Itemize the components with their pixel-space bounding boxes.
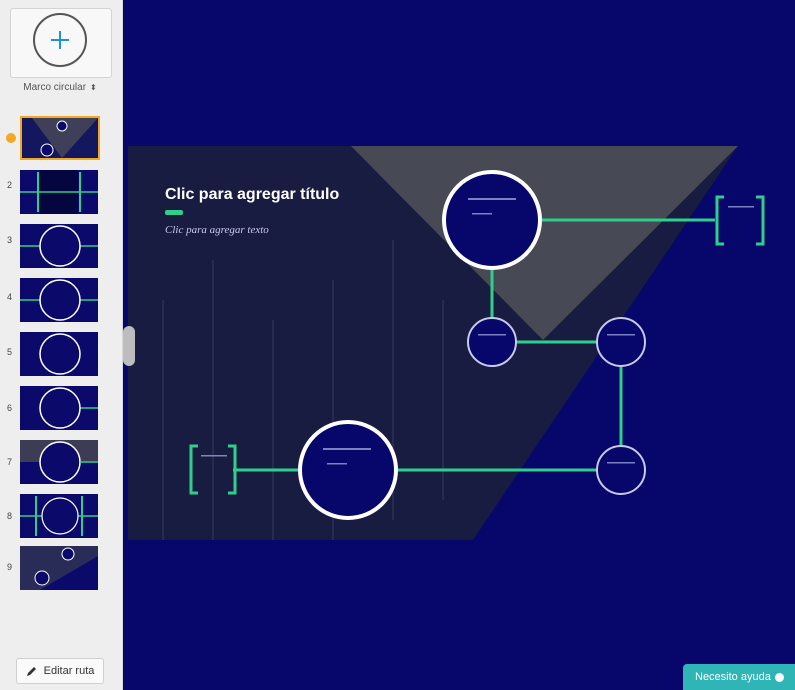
thumbnail-5[interactable] — [20, 332, 98, 376]
thumbnail-number: 7 — [7, 457, 13, 467]
circle-frame-small[interactable] — [596, 445, 646, 495]
thumbnail-6[interactable] — [20, 386, 98, 430]
thumbnail-4[interactable] — [20, 278, 98, 322]
circle-frame-large-bottom[interactable] — [298, 420, 398, 520]
circle-frame-small[interactable] — [467, 317, 517, 367]
thumbnail-6-preview — [39, 387, 98, 429]
thumbnail-4-preview — [20, 279, 98, 321]
help-button-label: Necesito ayuda — [695, 671, 771, 683]
thumbnail-9[interactable] — [20, 546, 98, 590]
presentation-canvas[interactable]: Clic para agregar título Clic para agreg… — [123, 0, 795, 690]
thumbnail-number: 8 — [7, 511, 13, 521]
thumbnail-number: 9 — [7, 562, 13, 572]
frame-type-select[interactable]: Marco circular ⬍ — [10, 82, 110, 93]
help-button[interactable]: Necesito ayuda — [683, 664, 795, 690]
thumbnail-8[interactable] — [20, 494, 98, 538]
bracket-frame-left[interactable] — [715, 195, 724, 246]
thumbnail-number: 6 — [7, 403, 13, 413]
pencil-icon — [26, 667, 36, 676]
thumbnail-number: 5 — [7, 347, 13, 357]
thumbnail-2-preview — [20, 170, 98, 214]
thumbnail-9-preview — [20, 546, 98, 590]
title-underline — [165, 210, 183, 215]
edit-path-label: Editar ruta — [43, 665, 95, 677]
frame-type-label: Marco circular — [23, 82, 87, 93]
canvas-side-handle[interactable] — [123, 326, 135, 366]
plus-icon — [51, 31, 69, 49]
thumbnail-7[interactable] — [20, 440, 98, 484]
thumbnail-3[interactable] — [20, 224, 98, 268]
slide-title[interactable]: Clic para agregar título — [165, 186, 339, 204]
thumbnail-number: 3 — [7, 235, 13, 245]
thumbnail-3-preview — [20, 225, 98, 267]
canvas-drawing — [123, 146, 765, 540]
sort-arrows-icon: ⬍ — [90, 83, 97, 92]
slide-subtitle[interactable]: Clic para agregar texto — [165, 224, 269, 236]
thumbnail-number: 2 — [7, 180, 13, 190]
thumbnail-1[interactable] — [20, 116, 100, 160]
add-frame-button[interactable] — [10, 8, 112, 78]
thumbnail-7-preview — [20, 441, 98, 484]
bracket-frame-right[interactable] — [756, 195, 765, 246]
edit-path-button[interactable]: Editar ruta — [16, 658, 104, 684]
circle-frame-icon — [33, 13, 87, 67]
current-frame-marker — [6, 133, 16, 143]
thumbnail-8-preview — [20, 496, 98, 536]
help-icon — [774, 672, 784, 682]
frames-sidebar: Marco circular ⬍ 2 3 4 5 6 7 8 9 Editar … — [0, 0, 123, 690]
thumbnail-5-preview — [39, 333, 81, 375]
circle-frame-small[interactable] — [596, 317, 646, 367]
thumbnail-2[interactable] — [20, 170, 98, 214]
thumbnail-number: 4 — [7, 292, 13, 302]
circle-frame-large-top[interactable] — [442, 170, 542, 270]
thumbnail-1-preview — [22, 118, 98, 158]
